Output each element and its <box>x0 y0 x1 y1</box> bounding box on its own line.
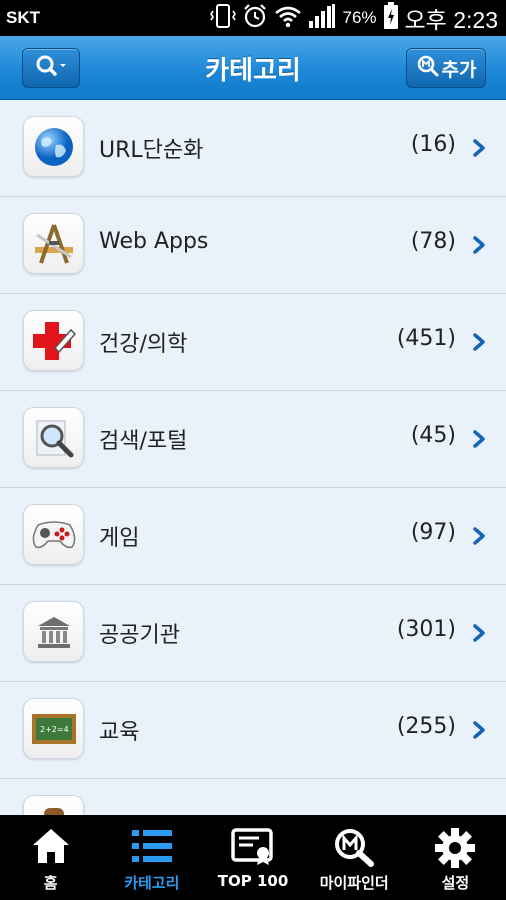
certificate-icon <box>231 827 275 871</box>
category-item-partial[interactable] <box>0 779 506 815</box>
alarm-icon <box>242 3 268 33</box>
gamepad-icon <box>23 504 84 565</box>
category-list: URL단순화 (16) Web Apps (78) 건강/의학 (451) 검색… <box>0 100 506 815</box>
medical-cross-icon <box>23 310 84 371</box>
category-label: 건강/의학 <box>99 332 188 357</box>
search-badge-icon <box>416 54 440 83</box>
chevron-right-icon <box>473 333 485 351</box>
status-bar: SKT 76% 오후 2:23 <box>0 0 506 36</box>
tab-label: 카테고리 <box>124 874 180 892</box>
add-button[interactable]: 추가 <box>406 48 486 88</box>
category-item-health[interactable]: 건강/의학 (451) <box>0 294 506 391</box>
tab-home[interactable]: 홈 <box>0 815 101 900</box>
battery-percent: 76% <box>342 8 377 27</box>
status-right: 76% 오후 2:23 <box>210 2 498 34</box>
category-item-game[interactable]: 게임 (97) <box>0 488 506 585</box>
tab-category[interactable]: 카테고리 <box>101 815 202 900</box>
category-item-url[interactable]: URL단순화 (16) <box>0 100 506 197</box>
signal-icon <box>308 3 336 33</box>
category-label: 공공기관 <box>99 623 180 648</box>
vibrate-icon <box>210 3 237 33</box>
category-count: (16) <box>410 132 456 157</box>
add-button-label: 추가 <box>441 58 477 81</box>
category-count: (451) <box>396 326 456 351</box>
category-item-search-portal[interactable]: 검색/포털 (45) <box>0 391 506 488</box>
list-icon <box>130 827 174 869</box>
app-tools-icon <box>23 213 84 274</box>
tab-label: 홈 <box>43 874 58 892</box>
carrier-label: SKT <box>6 8 40 27</box>
svg-text:2+2=4: 2+2=4 <box>40 725 69 734</box>
partial-icon <box>23 795 84 815</box>
category-item-public-institution[interactable]: 공공기관 (301) <box>0 585 506 682</box>
tab-label: 마이파인더 <box>319 874 389 892</box>
home-icon <box>31 827 71 869</box>
category-item-web-apps[interactable]: Web Apps (78) <box>0 197 506 294</box>
chevron-right-icon <box>473 430 485 448</box>
title-bar: 카테고리 추가 <box>0 36 506 100</box>
chevron-right-icon <box>473 236 485 254</box>
status-clock: 오후 2:23 <box>404 7 498 33</box>
category-count: (255) <box>396 714 456 739</box>
category-count: (45) <box>410 423 456 448</box>
chevron-right-icon <box>473 624 485 642</box>
category-label: Web Apps <box>99 229 209 254</box>
category-count: (78) <box>410 229 456 254</box>
category-label: 게임 <box>99 526 140 551</box>
battery-icon <box>383 2 399 34</box>
category-label: 교육 <box>99 720 140 745</box>
magnifier-icon <box>23 407 84 468</box>
tab-label: TOP 100 <box>217 872 289 890</box>
tab-top100[interactable]: TOP 100 <box>202 815 303 900</box>
tab-label: 설정 <box>441 874 470 892</box>
category-count: (301) <box>396 617 456 642</box>
bottom-tab-bar: 홈 카테고리 TOP 100 마이파인더 설정 <box>0 815 506 900</box>
globe-icon <box>23 116 84 177</box>
government-building-icon <box>23 601 84 662</box>
chalkboard-icon: 2+2=4 <box>23 698 84 759</box>
chevron-right-icon <box>473 139 485 157</box>
gear-icon <box>434 827 476 873</box>
category-label: URL단순화 <box>99 138 204 163</box>
category-count: (97) <box>410 520 456 545</box>
category-item-education[interactable]: 2+2=4 교육 (255) <box>0 682 506 779</box>
chevron-right-icon <box>473 721 485 739</box>
tab-myfinder[interactable]: 마이파인더 <box>304 815 405 900</box>
tab-settings[interactable]: 설정 <box>405 815 506 900</box>
m-search-icon <box>333 827 375 871</box>
category-label: 검색/포털 <box>99 429 188 454</box>
chevron-right-icon <box>473 527 485 545</box>
wifi-icon <box>274 4 302 32</box>
